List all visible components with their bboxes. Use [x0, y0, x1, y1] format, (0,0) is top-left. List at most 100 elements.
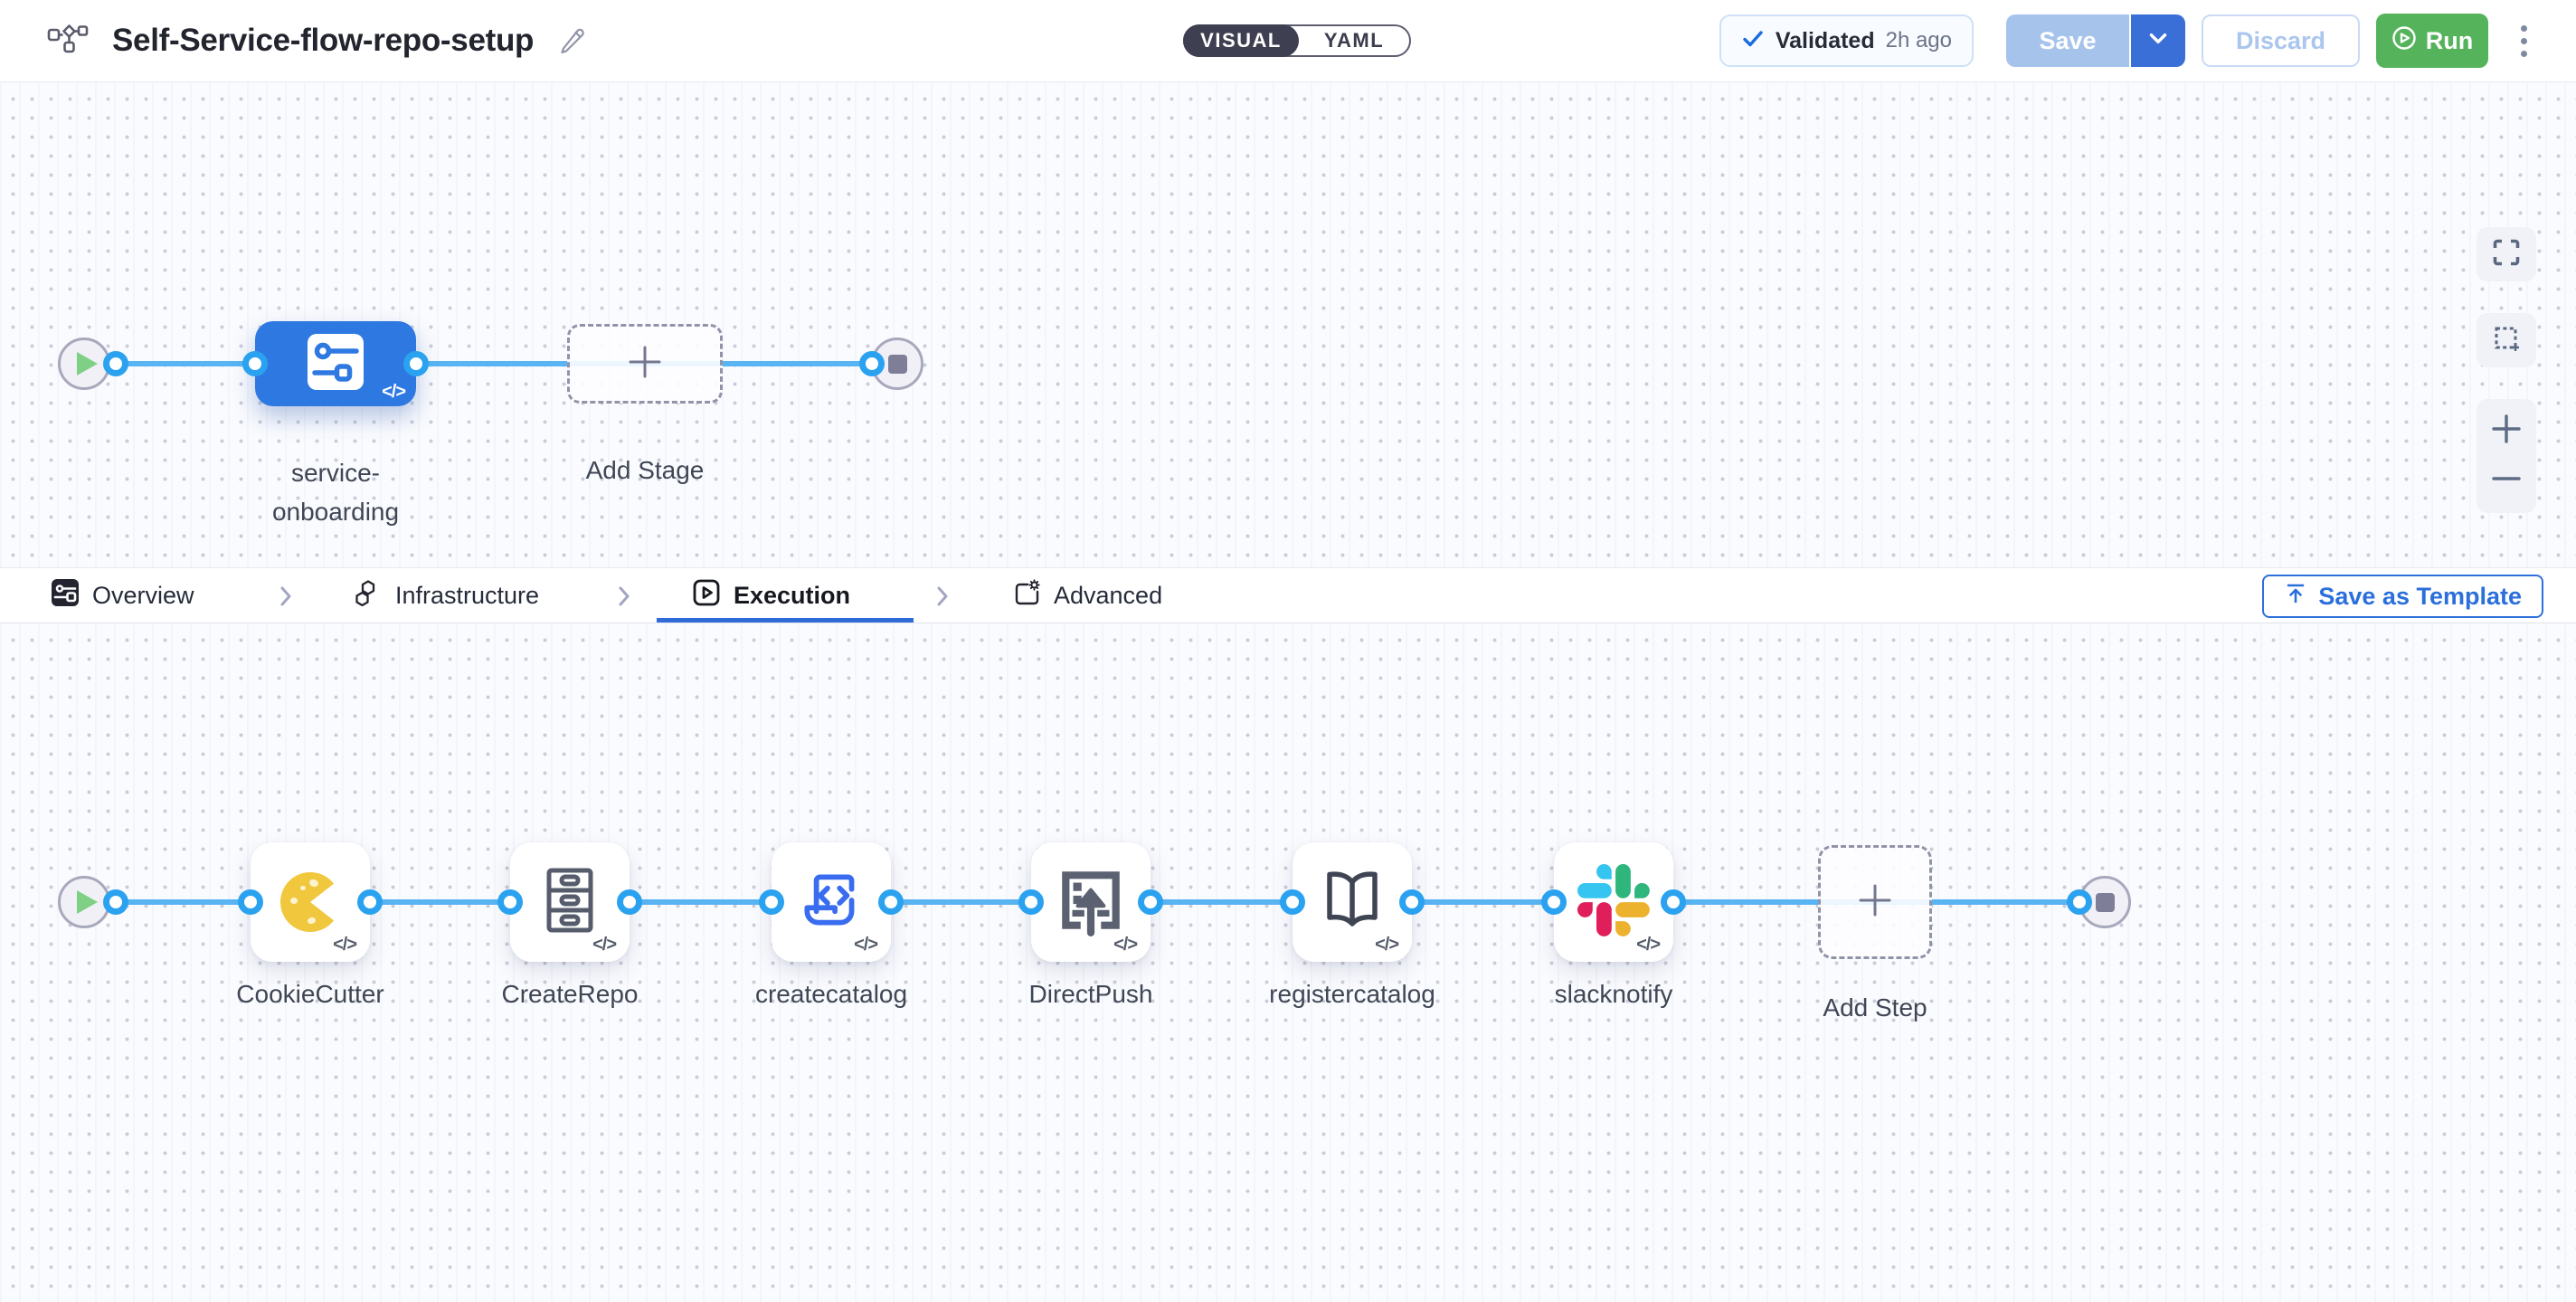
add-stage-wrapper: Add Stage	[567, 324, 723, 404]
stage-start-node	[58, 337, 110, 390]
run-play-icon	[2391, 25, 2417, 57]
save-button[interactable]: Save	[2006, 14, 2131, 67]
code-catalog-icon	[794, 863, 868, 942]
tab-execution-label: Execution	[734, 582, 850, 610]
start-out-port[interactable]	[103, 351, 128, 376]
fullscreen-icon	[2492, 238, 2521, 271]
stage-out-port[interactable]	[403, 351, 429, 376]
active-tab-underline	[657, 618, 914, 622]
step-registercatalog: </> registercatalog	[1293, 842, 1412, 962]
step-in-port[interactable]	[1018, 889, 1044, 915]
start-play-icon	[77, 352, 98, 375]
step-cookiecutter: </> CookieCutter	[251, 842, 370, 962]
stage-in-port[interactable]	[242, 351, 268, 376]
stage-label: service- onboarding	[272, 453, 399, 531]
save-options-button[interactable]	[2131, 14, 2185, 67]
step-card[interactable]: </>	[251, 842, 370, 962]
direct-push-icon	[1054, 863, 1128, 942]
upload-icon	[2284, 582, 2307, 612]
tab-infrastructure-label: Infrastructure	[395, 582, 539, 610]
stop-square-icon	[888, 355, 907, 374]
step-label: createcatalog	[755, 980, 907, 1009]
step-code-badge: </>	[854, 935, 877, 955]
marquee-select-icon	[2492, 324, 2521, 357]
stage-node-wrapper: </> service- onboarding	[255, 321, 416, 406]
end-in-port[interactable]	[2067, 889, 2092, 915]
pipeline-icon	[47, 22, 89, 61]
add-step-label: Add Step	[1823, 988, 1927, 1027]
start-out-port[interactable]	[103, 889, 128, 915]
execution-canvas[interactable]: </> CookieCutter </> CreateRepo	[0, 623, 2576, 1302]
step-code-badge: </>	[592, 935, 616, 955]
stage-end-node	[871, 337, 923, 390]
step-createrepo: </> CreateRepo	[510, 842, 630, 962]
add-stage-button[interactable]	[567, 324, 723, 404]
zoom-out-icon[interactable]	[2490, 462, 2523, 499]
step-card[interactable]: </>	[510, 842, 630, 962]
slack-icon	[1577, 864, 1650, 941]
edit-pipeline-name-button[interactable]	[557, 25, 586, 57]
tab-advanced-label: Advanced	[1054, 582, 1162, 610]
step-in-port[interactable]	[1280, 889, 1305, 915]
step-in-port[interactable]	[759, 889, 784, 915]
step-card[interactable]: </>	[1031, 842, 1151, 962]
validated-time: 2h ago	[1886, 28, 1952, 53]
chevron-right-icon	[277, 584, 295, 613]
stage-node-service-onboarding[interactable]: </>	[255, 321, 416, 406]
stage-canvas[interactable]: </> service- onboarding Add Stage	[0, 82, 2576, 567]
tab-overview[interactable]: Overview	[52, 568, 194, 622]
end-in-port[interactable]	[859, 351, 885, 376]
canvas-fullscreen-button[interactable]	[2477, 227, 2536, 281]
more-options-button[interactable]	[2521, 25, 2527, 57]
step-out-port[interactable]	[357, 889, 383, 915]
tab-overview-label: Overview	[92, 582, 194, 610]
header-actions: Validated 2h ago Save Discard Run	[1719, 13, 2527, 69]
step-card[interactable]: </>	[1293, 842, 1412, 962]
step-code-badge: </>	[1113, 935, 1137, 955]
step-directpush: </> DirectPush	[1031, 842, 1151, 962]
step-label: CreateRepo	[502, 980, 639, 1009]
validated-status-badge[interactable]: Validated 2h ago	[1719, 14, 1974, 67]
plus-icon	[1855, 880, 1895, 925]
validated-label: Validated	[1776, 28, 1875, 54]
step-code-badge: </>	[1636, 935, 1660, 955]
step-createcatalog: </> createcatalog	[772, 842, 891, 962]
toggle-yaml[interactable]: YAML	[1299, 26, 1409, 55]
stop-square-icon	[2096, 893, 2115, 912]
tab-execution[interactable]: Execution	[693, 568, 850, 622]
cookiecutter-icon	[280, 872, 340, 932]
infrastructure-icon	[355, 579, 382, 613]
step-card[interactable]: </>	[772, 842, 891, 962]
step-in-port[interactable]	[238, 889, 263, 915]
save-as-template-button[interactable]: Save as Template	[2262, 575, 2543, 618]
step-out-port[interactable]	[617, 889, 642, 915]
header-left: Self-Service-flow-repo-setup	[47, 0, 586, 81]
step-card[interactable]: </>	[1554, 842, 1673, 962]
tab-infrastructure[interactable]: Infrastructure	[355, 568, 539, 622]
execution-icon	[693, 579, 720, 613]
step-out-port[interactable]	[1138, 889, 1163, 915]
step-out-port[interactable]	[1399, 889, 1425, 915]
page-title: Self-Service-flow-repo-setup	[112, 23, 534, 59]
add-step-button[interactable]	[1818, 845, 1932, 959]
overview-icon	[52, 579, 79, 613]
tab-advanced[interactable]: Advanced	[1013, 568, 1162, 622]
run-button[interactable]: Run	[2376, 14, 2488, 68]
run-label: Run	[2426, 27, 2473, 55]
canvas-marquee-select-button[interactable]	[2477, 313, 2536, 367]
step-out-port[interactable]	[878, 889, 904, 915]
save-as-template-label: Save as Template	[2318, 583, 2522, 611]
advanced-icon	[1013, 579, 1040, 613]
step-in-port[interactable]	[497, 889, 523, 915]
step-out-port[interactable]	[1661, 889, 1686, 915]
canvas-zoom-panel	[2477, 399, 2536, 513]
step-label: DirectPush	[1029, 980, 1153, 1009]
step-label: CookieCutter	[236, 980, 384, 1009]
repo-drawers-icon	[534, 864, 606, 941]
execution-start-node	[58, 876, 110, 928]
stage-tab-bar: Overview Infrastructure Execution	[0, 567, 2576, 623]
zoom-in-icon[interactable]	[2490, 413, 2523, 450]
discard-button[interactable]: Discard	[2202, 14, 2360, 67]
step-in-port[interactable]	[1541, 889, 1567, 915]
toggle-visual[interactable]: VISUAL	[1183, 24, 1299, 57]
